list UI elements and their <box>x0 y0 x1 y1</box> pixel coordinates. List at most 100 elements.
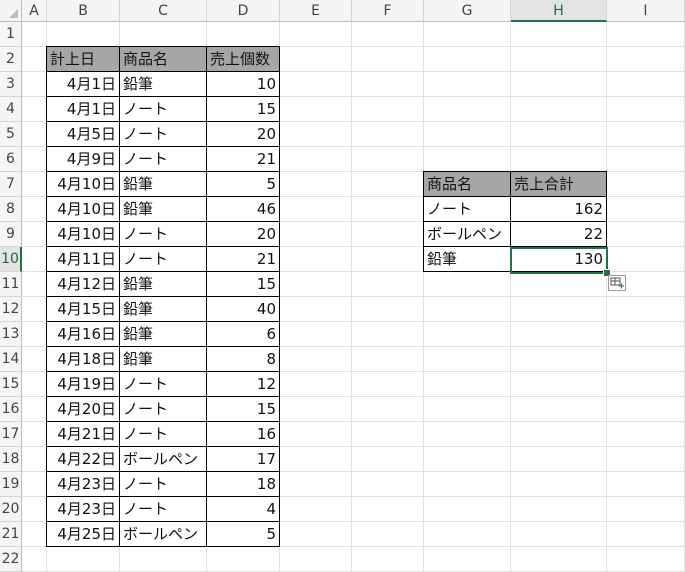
row-header-8[interactable]: 8 <box>0 197 22 222</box>
row-header-22[interactable]: 22 <box>0 547 22 572</box>
row-header-1[interactable]: 1 <box>0 22 22 47</box>
sales_table-cell[interactable]: 4月20日 <box>47 397 120 422</box>
sales_table-cell[interactable]: 4月1日 <box>47 72 120 97</box>
sales_table-cell[interactable]: 鉛筆 <box>120 297 207 322</box>
sales_table-cell[interactable]: ノート <box>120 147 207 172</box>
sales_table-cell[interactable]: 4月22日 <box>47 447 120 472</box>
row-header-9[interactable]: 9 <box>0 222 22 247</box>
row-header-14[interactable]: 14 <box>0 347 22 372</box>
sales_table-header-cell[interactable]: 売上個数 <box>207 47 280 72</box>
sales_table-cell[interactable]: 15 <box>207 272 280 297</box>
sales_table-cell[interactable]: 40 <box>207 297 280 322</box>
sales_table-cell[interactable]: 4月9日 <box>47 147 120 172</box>
row-header-3[interactable]: 3 <box>0 72 22 97</box>
column-header-B[interactable]: B <box>47 0 120 22</box>
sales_table-cell[interactable]: 4月1日 <box>47 97 120 122</box>
row-header-7[interactable]: 7 <box>0 172 22 197</box>
sales_table-cell[interactable]: ボールペン <box>120 447 207 472</box>
sales_table-cell[interactable]: ノート <box>120 247 207 272</box>
sales_table-cell[interactable]: 4月16日 <box>47 322 120 347</box>
sales_table-cell[interactable]: 20 <box>207 122 280 147</box>
sales_table-cell[interactable]: 20 <box>207 222 280 247</box>
sales_table-cell[interactable]: 鉛筆 <box>120 172 207 197</box>
sales_table-cell[interactable]: 鉛筆 <box>120 197 207 222</box>
sales_table-cell[interactable]: 4月23日 <box>47 472 120 497</box>
column-header-H[interactable]: H <box>511 0 607 22</box>
row-header-21[interactable]: 21 <box>0 522 22 547</box>
sales_table-cell[interactable]: 15 <box>207 397 280 422</box>
row-header-19[interactable]: 19 <box>0 472 22 497</box>
sales_table-cell[interactable]: 21 <box>207 147 280 172</box>
sales_table-cell[interactable]: 4月10日 <box>47 222 120 247</box>
sales_table-cell[interactable]: ノート <box>120 497 207 522</box>
sales_table-cell[interactable]: 4月19日 <box>47 372 120 397</box>
summary_table-cell[interactable]: 22 <box>511 222 607 247</box>
sales_table-cell[interactable]: ノート <box>120 222 207 247</box>
column-header-F[interactable]: F <box>352 0 424 22</box>
row-header-5[interactable]: 5 <box>0 122 22 147</box>
sales_table-cell[interactable]: 17 <box>207 447 280 472</box>
row-header-6[interactable]: 6 <box>0 147 22 172</box>
sales_table-cell[interactable]: 4月12日 <box>47 272 120 297</box>
sales_table-cell[interactable]: 5 <box>207 522 280 547</box>
summary_table-header-cell[interactable]: 売上合計 <box>511 172 607 197</box>
sales_table-cell[interactable]: ノート <box>120 122 207 147</box>
summary_table-cell[interactable]: ノート <box>424 197 511 222</box>
active-cell-H10[interactable] <box>510 247 608 274</box>
sales_table-header-cell[interactable]: 計上日 <box>47 47 120 72</box>
column-header-C[interactable]: C <box>120 0 207 22</box>
sales_table-cell[interactable]: ノート <box>120 472 207 497</box>
sales_table-cell[interactable]: 4月5日 <box>47 122 120 147</box>
sales_table-cell[interactable]: ノート <box>120 372 207 397</box>
column-header-E[interactable]: E <box>280 0 352 22</box>
sales_table-header-cell[interactable]: 商品名 <box>120 47 207 72</box>
sales_table-cell[interactable]: 6 <box>207 322 280 347</box>
sales_table-cell[interactable]: 16 <box>207 422 280 447</box>
sales_table-cell[interactable]: 4月10日 <box>47 197 120 222</box>
row-header-16[interactable]: 16 <box>0 397 22 422</box>
sales_table-cell[interactable]: 鉛筆 <box>120 322 207 347</box>
sales_table-cell[interactable]: ボールペン <box>120 522 207 547</box>
sales_table-cell[interactable]: ノート <box>120 422 207 447</box>
row-header-18[interactable]: 18 <box>0 447 22 472</box>
summary_table-cell[interactable]: 162 <box>511 197 607 222</box>
sales_table-cell[interactable]: 21 <box>207 247 280 272</box>
row-header-4[interactable]: 4 <box>0 97 22 122</box>
column-header-I[interactable]: I <box>607 0 685 22</box>
row-header-11[interactable]: 11 <box>0 272 22 297</box>
column-header-A[interactable]: A <box>22 0 47 22</box>
sales_table-cell[interactable]: 15 <box>207 97 280 122</box>
sales_table-cell[interactable]: 4月25日 <box>47 522 120 547</box>
sales_table-cell[interactable]: 4月11日 <box>47 247 120 272</box>
sales_table-cell[interactable]: ノート <box>120 397 207 422</box>
row-header-10[interactable]: 10 <box>0 247 22 272</box>
sales_table-cell[interactable]: 鉛筆 <box>120 72 207 97</box>
sales_table-cell[interactable]: 4 <box>207 497 280 522</box>
sales_table-cell[interactable]: 4月10日 <box>47 172 120 197</box>
sales_table-cell[interactable]: 8 <box>207 347 280 372</box>
sales_table-cell[interactable]: 12 <box>207 372 280 397</box>
quick-analysis-icon[interactable] <box>608 275 626 291</box>
sales_table-cell[interactable]: ノート <box>120 97 207 122</box>
sales_table-cell[interactable]: 鉛筆 <box>120 347 207 372</box>
column-header-G[interactable]: G <box>424 0 511 22</box>
sales_table-cell[interactable]: 4月15日 <box>47 297 120 322</box>
sales_table-cell[interactable]: 18 <box>207 472 280 497</box>
row-header-13[interactable]: 13 <box>0 322 22 347</box>
sales_table-cell[interactable]: 4月18日 <box>47 347 120 372</box>
row-header-17[interactable]: 17 <box>0 422 22 447</box>
sales_table-cell[interactable]: 46 <box>207 197 280 222</box>
summary_table-header-cell[interactable]: 商品名 <box>424 172 511 197</box>
sales_table-cell[interactable]: 10 <box>207 72 280 97</box>
summary_table-cell[interactable]: ボールペン <box>424 222 511 247</box>
select-all-corner[interactable] <box>0 0 22 22</box>
sales_table-cell[interactable]: 5 <box>207 172 280 197</box>
column-header-D[interactable]: D <box>207 0 280 22</box>
row-header-2[interactable]: 2 <box>0 47 22 72</box>
row-header-15[interactable]: 15 <box>0 372 22 397</box>
sales_table-cell[interactable]: 4月23日 <box>47 497 120 522</box>
row-header-12[interactable]: 12 <box>0 297 22 322</box>
sales_table-cell[interactable]: 4月21日 <box>47 422 120 447</box>
sales_table-cell[interactable]: 鉛筆 <box>120 272 207 297</box>
spreadsheet-grid[interactable]: ABCDEFGHI 1 2 3 4 5 6 7 8 9 10 11 12 13 14 15 16 17 18 19 2… <box>0 0 685 572</box>
